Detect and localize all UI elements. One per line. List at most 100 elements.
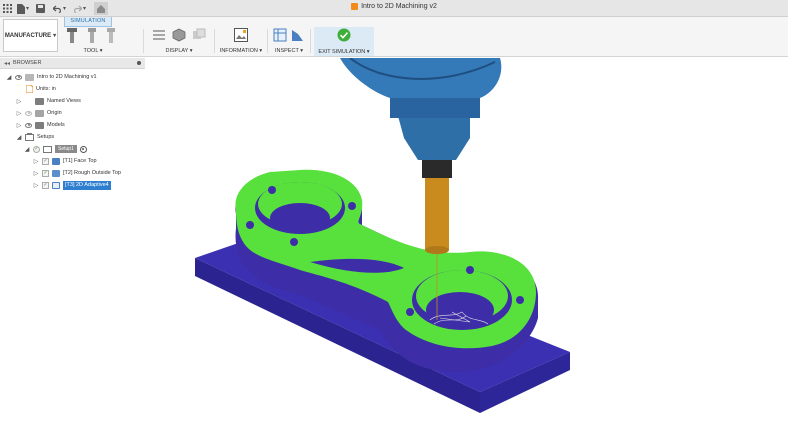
tree-item-label: [T2] Rough Outside Top (63, 170, 121, 176)
exit-simulation-button[interactable]: EXIT SIMULATION ▾ (314, 27, 374, 56)
tree-item-setup1[interactable]: ◢ ✓ Setup1 (24, 144, 87, 154)
transparency-icon (193, 28, 206, 39)
document-title: Intro to 2D Machining v2 (0, 3, 788, 10)
tree-item-op-adaptive[interactable]: ▷ ✓ [T3] 2D Adaptive4 (33, 180, 111, 190)
save-icon (36, 4, 45, 13)
setups-icon (25, 133, 34, 141)
information-group[interactable]: INFORMATION ▾ (218, 27, 264, 55)
ribbon-divider (267, 29, 268, 53)
home-icon (97, 4, 105, 13)
check-icon: ✓ (42, 169, 49, 177)
tool-group[interactable]: TOOL ▾ (62, 27, 124, 55)
document-icon (351, 3, 359, 10)
tree-item-units[interactable]: Units: in (26, 84, 56, 94)
checkmark-icon (337, 28, 351, 42)
collapse-icon[interactable]: ◂◂ (4, 60, 10, 67)
workspace-label: MANUFACTURE (4, 32, 52, 39)
redo-button[interactable]: ▾ (73, 2, 86, 15)
tree-item-setups[interactable]: ◢ Setups (16, 132, 54, 142)
check-icon: ✓ (33, 145, 40, 153)
face-operation-icon (52, 157, 60, 165)
tab-simulation[interactable]: SIMULATION (64, 17, 112, 27)
tree-item-op-face[interactable]: ▷ ✓ [T1] Face Top (33, 156, 97, 166)
chevron-down-icon: ▾ (53, 33, 57, 39)
tool-group-label: TOOL ▾ (83, 48, 103, 54)
display-group-label: DISPLAY ▾ (165, 48, 193, 54)
measure-icon (273, 28, 287, 42)
tool-holder-icon (67, 28, 77, 43)
toolbar-ribbon: SIMULATION MANUFACTURE ▾ TOOL ▾ DISPLAY … (0, 17, 788, 57)
expand-triangle-icon[interactable]: ◢ (16, 134, 22, 141)
tree-item-named-views[interactable]: ▷ Named Views (16, 96, 81, 106)
home-button[interactable] (94, 2, 108, 15)
visibility-eye-icon[interactable] (25, 110, 32, 116)
expand-triangle-icon[interactable]: ▷ (33, 158, 39, 165)
section-analysis-icon (292, 30, 303, 41)
spindle-head (340, 58, 502, 160)
information-group-label: INFORMATION ▾ (219, 48, 263, 54)
adaptive-operation-icon (52, 181, 60, 189)
folder-icon (35, 109, 44, 117)
tree-item-models[interactable]: ▷ Models (16, 120, 65, 130)
grid-icon (3, 4, 12, 13)
document-title-text: Intro to 2D Machining v2 (361, 3, 437, 10)
tool-icon (88, 28, 96, 43)
chevron-down-icon: ▾ (63, 6, 67, 12)
tool-shank (425, 176, 449, 250)
inspect-group[interactable]: INSPECT ▾ (270, 27, 308, 55)
expand-triangle-icon[interactable]: ◢ (6, 74, 12, 81)
document-node-icon (25, 73, 34, 81)
redo-icon (74, 5, 82, 13)
pin-icon[interactable] (137, 61, 141, 65)
exit-simulation-label: EXIT SIMULATION ▾ (318, 49, 370, 55)
ribbon-divider (214, 29, 215, 53)
tree-item-label: Setups (37, 134, 55, 140)
folder-icon (35, 97, 44, 105)
ribbon-divider (310, 29, 311, 53)
check-icon: ✓ (42, 157, 49, 165)
stock-tool-icon (107, 28, 115, 43)
expand-triangle-icon[interactable]: ▷ (16, 122, 22, 129)
information-icon (234, 28, 248, 42)
undo-icon (53, 5, 61, 13)
chevron-down-icon: ▾ (26, 6, 30, 12)
tree-item-label: Intro to 2D Machining v1 (37, 74, 97, 80)
ribbon-divider (143, 29, 144, 53)
activate-target-icon[interactable] (79, 145, 87, 153)
inspect-group-label: INSPECT ▾ (274, 48, 304, 54)
expand-triangle-icon[interactable]: ▷ (16, 110, 22, 117)
expand-triangle-icon[interactable]: ▷ (33, 170, 39, 177)
tree-item-label: [T1] Face Top (63, 158, 97, 164)
file-icon (17, 3, 25, 14)
tool-collet (422, 160, 452, 178)
setup-badge: Setup1 (55, 145, 77, 153)
tree-item-label: Models (47, 122, 65, 128)
setup-icon (43, 146, 52, 153)
tree-item-label: Units: in (36, 86, 56, 92)
tree-item-label: Origin (47, 110, 62, 116)
workspace-switcher-button[interactable]: MANUFACTURE ▾ (3, 19, 58, 52)
expand-triangle-icon[interactable]: ▷ (16, 98, 22, 105)
undo-button[interactable]: ▾ (53, 2, 66, 15)
stock-display-icon (172, 28, 186, 42)
layers-icon (153, 30, 165, 40)
save-button[interactable] (36, 2, 45, 15)
browser-panel: ◂◂ BROWSER ◢ Intro to 2D Machining v1 Un… (0, 58, 145, 198)
expand-triangle-icon[interactable]: ◢ (24, 146, 30, 153)
expand-triangle-icon[interactable]: ▷ (33, 182, 39, 189)
tree-item-root[interactable]: ◢ Intro to 2D Machining v1 (6, 72, 97, 82)
title-bar: ▾ ▾ ▾ Intro to 2D Machining v2 (0, 0, 788, 17)
tree-item-label: Named Views (47, 98, 81, 104)
display-group[interactable]: DISPLAY ▾ (148, 27, 210, 55)
chevron-down-icon: ▾ (83, 6, 87, 12)
tree-item-origin[interactable]: ▷ Origin (16, 108, 62, 118)
folder-icon (35, 121, 44, 129)
tree-item-label-selected: [T3] 2D Adaptive4 (63, 180, 111, 190)
units-document-icon (26, 85, 33, 93)
app-grid-button[interactable] (3, 2, 12, 15)
file-menu-button[interactable]: ▾ (17, 2, 29, 15)
tree-item-op-rough[interactable]: ▷ ✓ [T2] Rough Outside Top (33, 168, 121, 178)
check-icon: ✓ (42, 181, 49, 189)
visibility-eye-icon[interactable] (15, 74, 22, 80)
visibility-eye-icon[interactable] (25, 122, 32, 128)
